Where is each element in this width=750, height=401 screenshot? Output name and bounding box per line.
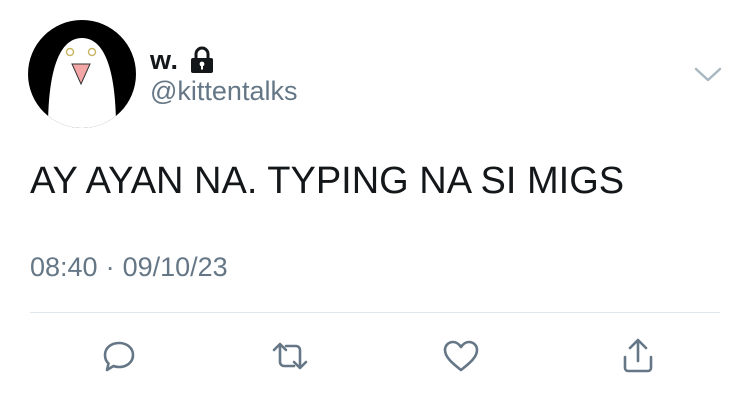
reply-button[interactable] [94, 334, 144, 378]
tweet-text: AY AYAN NA. TYPING NA SI MIGS [30, 160, 625, 202]
lock-icon [189, 46, 215, 74]
heart-icon [443, 340, 479, 372]
avatar[interactable] [28, 20, 136, 128]
chevron-down-icon[interactable] [690, 60, 726, 90]
separator-dot: · [105, 252, 115, 282]
tweet-time: 08:40 [30, 252, 98, 282]
tweet-card: w. @kittentalks AY AYAN NA. TYPING NA SI… [0, 0, 750, 401]
reply-icon [103, 341, 135, 372]
share-button[interactable] [613, 334, 663, 378]
retweet-button[interactable] [265, 334, 315, 378]
avatar-image [28, 20, 136, 128]
tweet-timestamp[interactable]: 08:40 · 09/10/23 [30, 252, 228, 283]
name-row: w. [150, 40, 215, 80]
user-handle[interactable]: @kittentalks [150, 76, 297, 107]
share-icon [623, 338, 653, 373]
display-name[interactable]: w. [150, 45, 179, 76]
divider [30, 312, 720, 313]
like-button[interactable] [436, 334, 486, 378]
tweet-date: 09/10/23 [122, 252, 228, 282]
retweet-icon [272, 342, 308, 370]
